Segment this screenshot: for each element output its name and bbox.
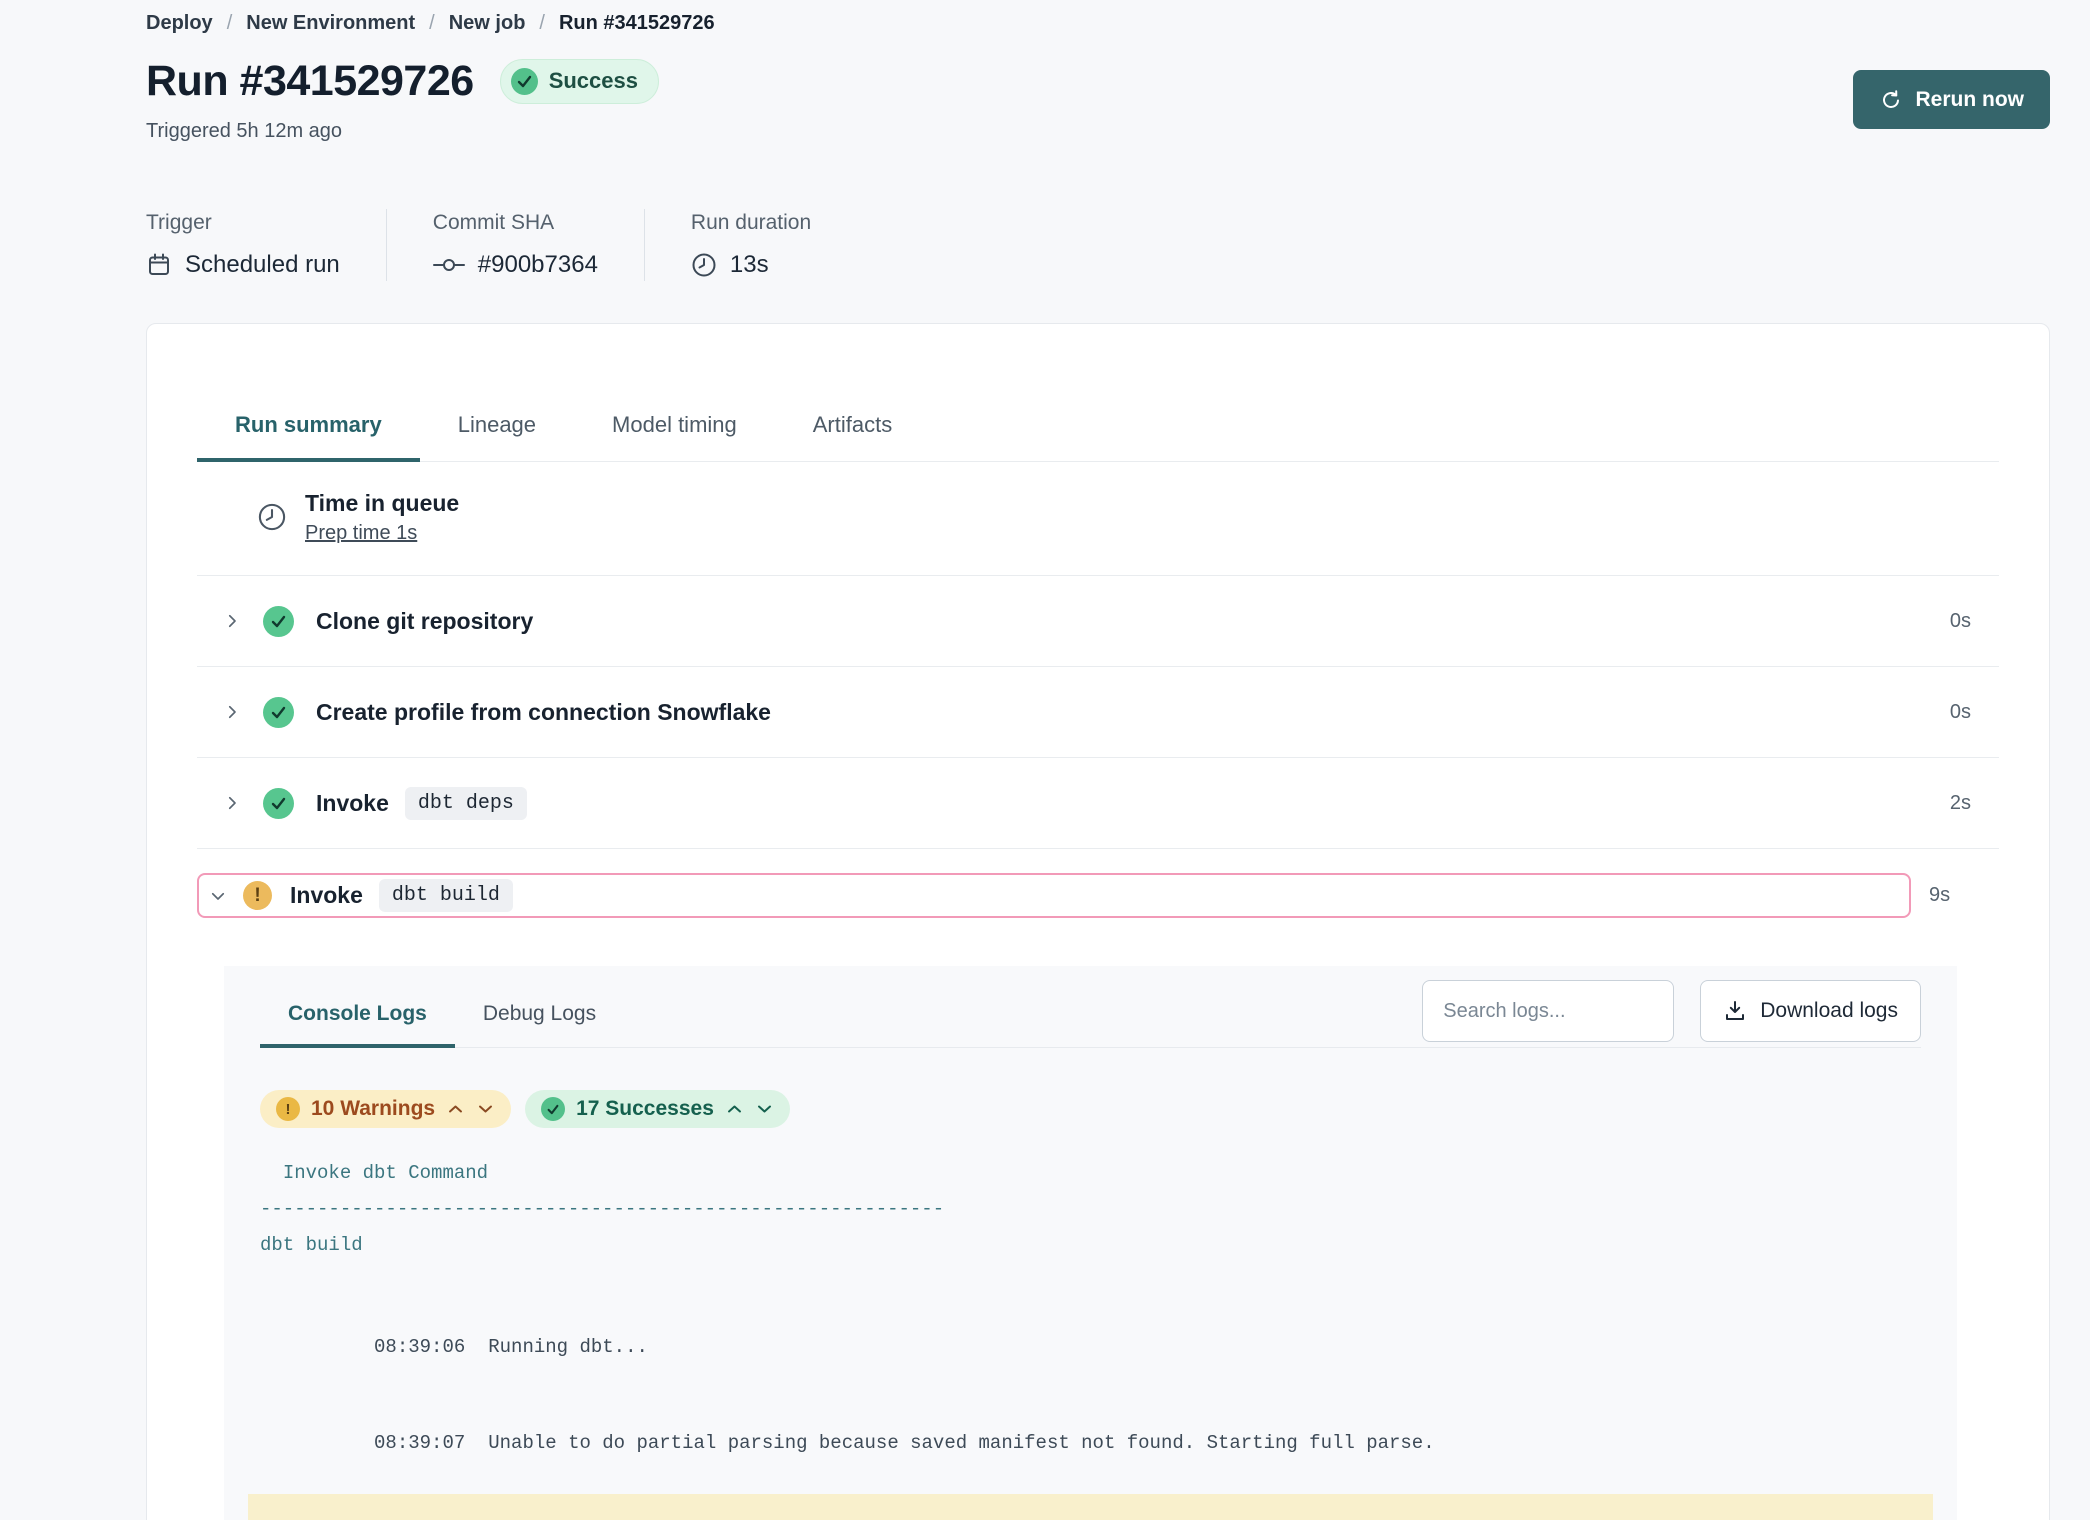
prep-time-link[interactable]: Prep time 1s	[305, 522, 417, 545]
chevron-down-icon[interactable]	[755, 1102, 774, 1116]
log-timestamp: 08:39:07	[374, 1432, 465, 1454]
tab-artifacts[interactable]: Artifacts	[775, 412, 930, 462]
commit-label: Commit SHA	[433, 209, 598, 237]
triggered-timestamp: Triggered 5h 12m ago	[146, 120, 659, 143]
chevron-right-icon[interactable]	[221, 794, 243, 812]
step-row-clone-git[interactable]: Clone git repository 0s	[197, 576, 1999, 667]
run-summary-card: Run summary Lineage Model timing Artifac…	[146, 323, 2050, 1520]
chevron-down-icon[interactable]	[476, 1102, 495, 1116]
commit-icon	[433, 256, 465, 274]
step-command-chip: dbt deps	[405, 787, 527, 820]
breadcrumb-separator: /	[429, 10, 435, 36]
logs-panel-header: Console Logs Debug Logs Download logs	[260, 966, 1921, 1048]
breadcrumb-new-job[interactable]: New job	[449, 10, 526, 36]
warnings-pill[interactable]: ! 10 Warnings	[260, 1090, 511, 1128]
step-title: Clone git repository	[316, 608, 533, 635]
search-logs-input[interactable]	[1422, 980, 1674, 1042]
log-message: Unable to do partial parsing because sav…	[488, 1432, 1434, 1454]
step-row-dbt-build[interactable]: ! Invoke dbt build	[197, 873, 1911, 918]
run-tabs: Run summary Lineage Model timing Artifac…	[197, 412, 1999, 462]
breadcrumb-new-environment[interactable]: New Environment	[246, 10, 415, 36]
clock-icon	[257, 502, 287, 545]
tab-run-summary[interactable]: Run summary	[197, 412, 420, 462]
success-check-icon	[263, 697, 294, 728]
meta-commit: Commit SHA #900b7364	[386, 209, 644, 281]
tab-lineage[interactable]: Lineage	[420, 412, 574, 462]
breadcrumb: Deploy / New Environment / New job / Run…	[146, 10, 2050, 36]
title-block: Run #341529726 Success Triggered 5h 12m …	[146, 56, 659, 143]
clock-icon	[691, 252, 717, 278]
step-title: Invoke	[290, 882, 363, 909]
calendar-icon	[146, 252, 172, 278]
page-title: Run #341529726	[146, 56, 474, 106]
chevron-right-icon[interactable]	[221, 703, 243, 721]
duration-value: 13s	[730, 249, 769, 281]
trigger-label: Trigger	[146, 209, 340, 237]
warning-icon: !	[243, 881, 272, 910]
download-logs-label: Download logs	[1760, 999, 1898, 1023]
log-summary-pills: ! 10 Warnings 17 Successes	[260, 1090, 1921, 1128]
step-duration: 9s	[1929, 884, 1999, 907]
download-logs-button[interactable]: Download logs	[1700, 980, 1921, 1042]
warnings-pill-label: 10 Warnings	[311, 1097, 435, 1121]
success-check-icon	[511, 68, 538, 95]
step-duration: 0s	[1950, 701, 1971, 724]
success-check-icon	[541, 1097, 565, 1121]
page-header: Run #341529726 Success Triggered 5h 12m …	[146, 56, 2050, 143]
time-in-queue-title: Time in queue	[305, 488, 459, 518]
logs-tabs: Console Logs Debug Logs	[260, 966, 624, 1047]
chevron-down-icon[interactable]	[207, 887, 229, 905]
warning-icon: !	[276, 1097, 300, 1121]
log-message: Running dbt...	[488, 1336, 648, 1358]
log-entry-warning: 08:39:08[WARNING]:Did not find matching …	[248, 1494, 1933, 1520]
successes-pill-label: 17 Successes	[576, 1097, 714, 1121]
status-badge: Success	[500, 59, 659, 104]
trigger-value: Scheduled run	[185, 249, 340, 281]
log-entry: 08:39:07 Unable to do partial parsing bec…	[248, 1398, 1933, 1488]
chevron-up-icon[interactable]	[446, 1102, 465, 1116]
step-duration: 0s	[1950, 610, 1971, 633]
logs-controls: Download logs	[1422, 980, 1921, 1042]
time-in-queue-section: Time in queue Prep time 1s	[197, 462, 1999, 576]
tab-console-logs[interactable]: Console Logs	[260, 1002, 455, 1048]
breadcrumb-current-run: Run #341529726	[559, 10, 715, 36]
download-icon	[1723, 999, 1747, 1023]
tab-model-timing[interactable]: Model timing	[574, 412, 775, 462]
tab-debug-logs[interactable]: Debug Logs	[455, 1002, 624, 1048]
success-check-icon	[263, 606, 294, 637]
run-detail-page: Deploy / New Environment / New job / Run…	[0, 0, 2090, 1520]
step-title: Create profile from connection Snowflake	[316, 699, 771, 726]
chevron-up-icon[interactable]	[725, 1102, 744, 1116]
chevron-right-icon[interactable]	[221, 612, 243, 630]
log-command: dbt build	[248, 1230, 1933, 1260]
log-divider: ----------------------------------------…	[248, 1194, 1933, 1224]
commit-value: #900b7364	[478, 249, 598, 281]
log-entry: 08:39:06 Running dbt...	[248, 1302, 1933, 1392]
step-row-create-profile[interactable]: Create profile from connection Snowflake…	[197, 667, 1999, 758]
logs-panel: Console Logs Debug Logs Download logs !	[224, 966, 1957, 1520]
duration-label: Run duration	[691, 209, 811, 237]
step-row-dbt-deps[interactable]: Invoke dbt deps 2s	[197, 758, 1999, 849]
console-log-output: Invoke dbt Command ---------------------…	[260, 1158, 1921, 1520]
step-row-dbt-build-wrap: ! Invoke dbt build 9s	[197, 849, 1999, 918]
rerun-now-button[interactable]: Rerun now	[1853, 70, 2051, 129]
status-badge-label: Success	[549, 68, 638, 94]
log-command-header: Invoke dbt Command	[248, 1158, 1933, 1188]
meta-duration: Run duration 13s	[644, 209, 857, 281]
breadcrumb-separator: /	[539, 10, 545, 36]
rerun-icon	[1879, 88, 1903, 112]
breadcrumb-separator: /	[227, 10, 233, 36]
step-command-chip: dbt build	[379, 879, 513, 912]
step-title: Invoke	[316, 790, 389, 817]
success-check-icon	[263, 788, 294, 819]
rerun-label: Rerun now	[1916, 88, 2025, 112]
run-meta: Trigger Scheduled run Commit SHA #900b73…	[146, 209, 2050, 281]
log-timestamp: 08:39:06	[374, 1336, 465, 1358]
step-duration: 2s	[1950, 792, 1971, 815]
meta-trigger: Trigger Scheduled run	[146, 209, 386, 281]
log-blank-line	[248, 1266, 1933, 1296]
successes-pill[interactable]: 17 Successes	[525, 1090, 790, 1128]
breadcrumb-deploy[interactable]: Deploy	[146, 10, 213, 36]
